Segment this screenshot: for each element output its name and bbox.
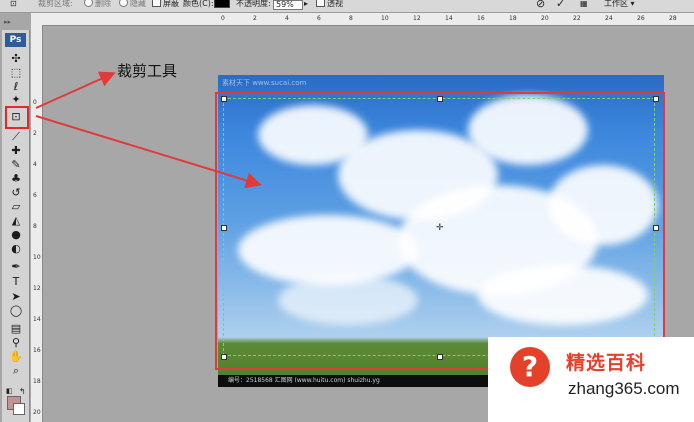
arrow-to-label: [35, 71, 116, 109]
brand-url: zhang365.com: [568, 379, 680, 398]
crop-tool-callout-label: 裁剪工具: [117, 62, 178, 80]
brand-badge: ? 精选百科 zhang365.com: [488, 337, 694, 422]
brand-name: 精选百科: [566, 352, 647, 374]
arrow-to-canvas: [35, 115, 262, 189]
question-icon: ?: [510, 347, 550, 387]
